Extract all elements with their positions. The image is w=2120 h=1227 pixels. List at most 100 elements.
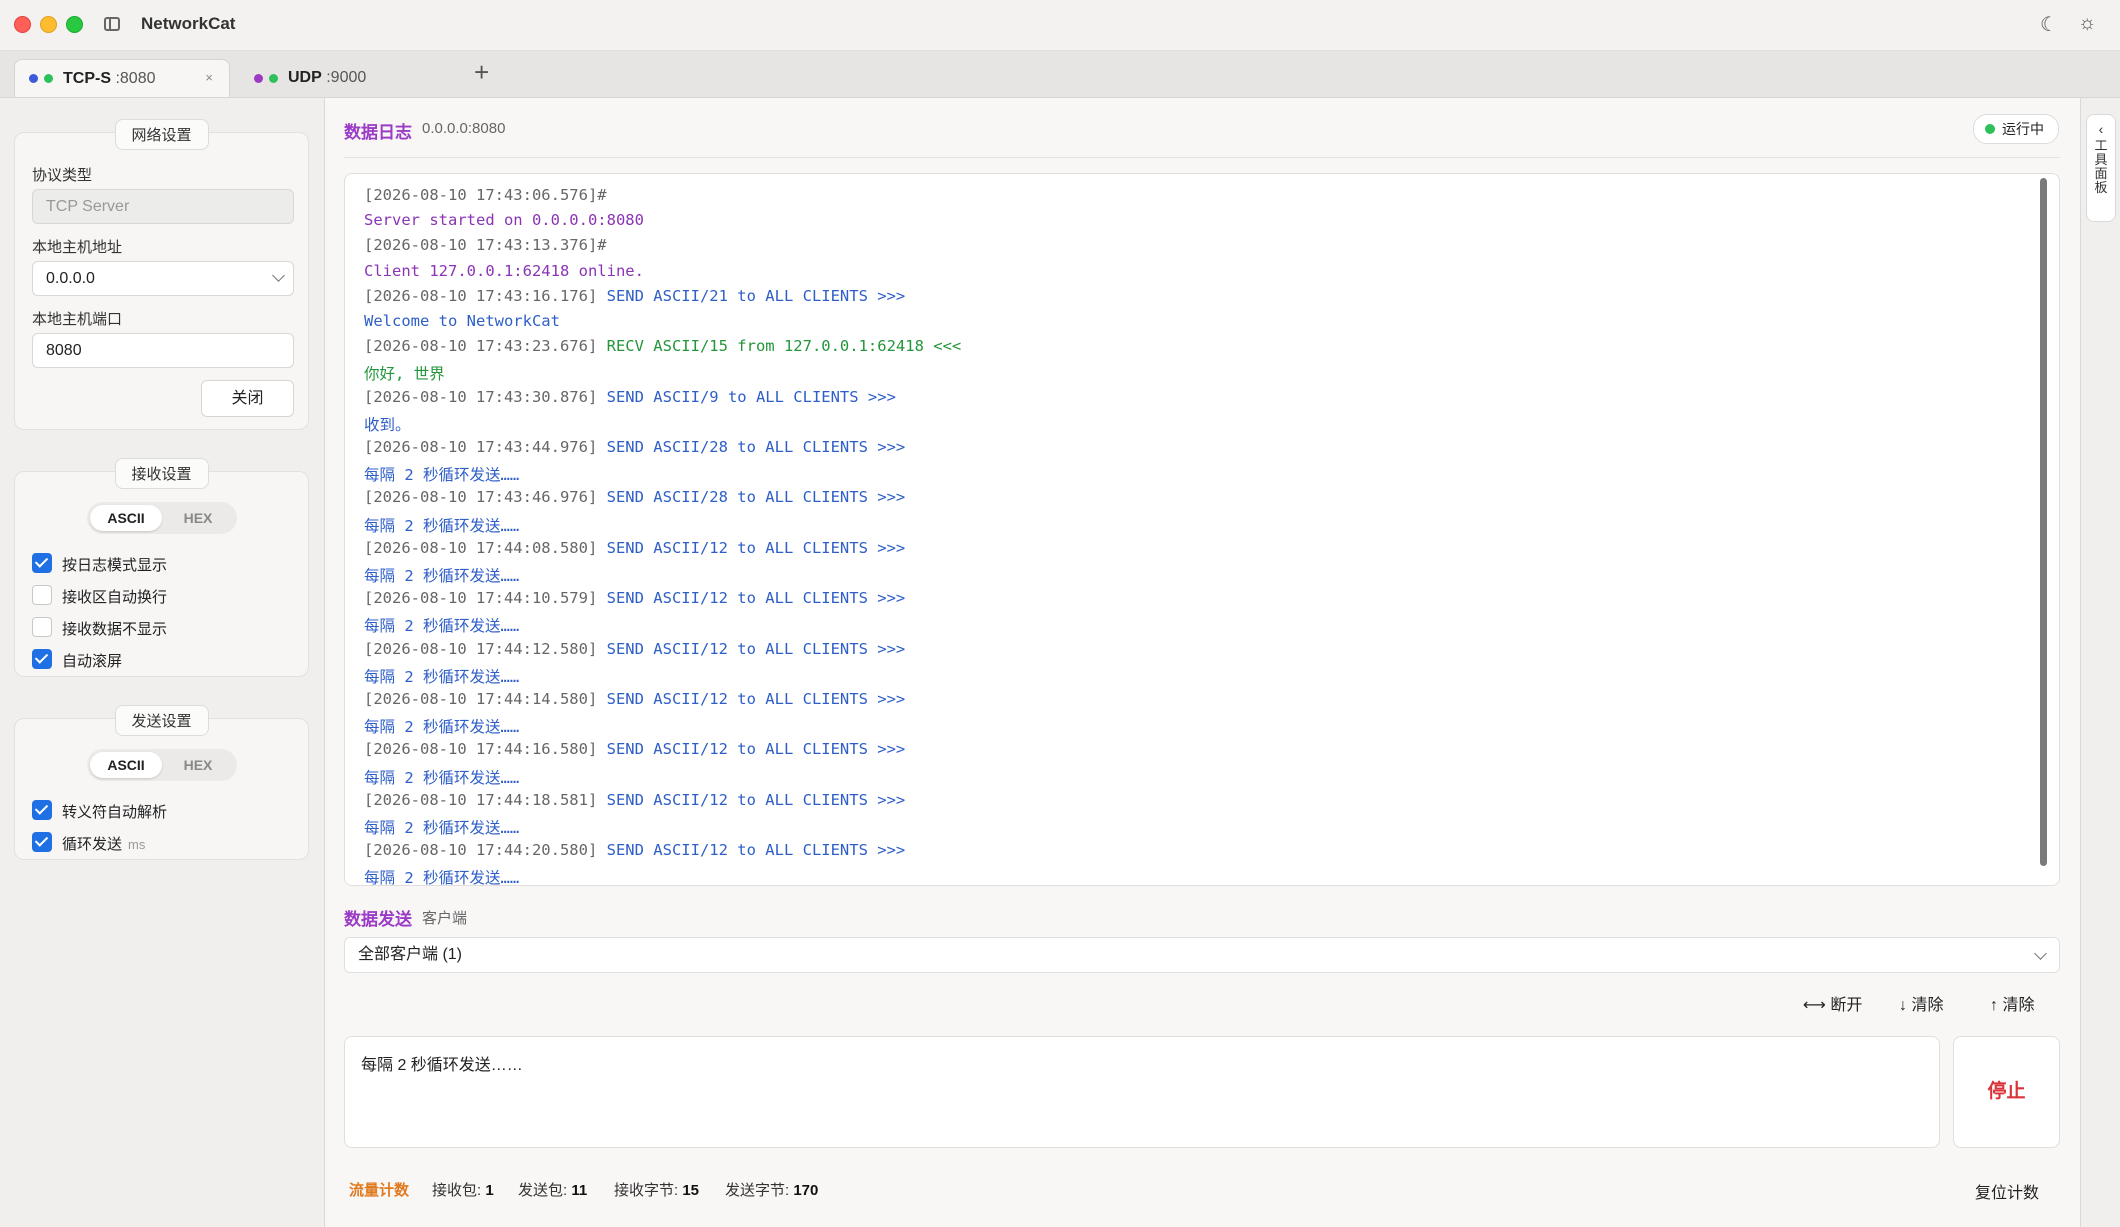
main-area: 数据日志 0.0.0.0:8080 运行中 [2026-08-10 17:43:… bbox=[325, 98, 2080, 1227]
log-direction: SEND ASCII/12 to ALL CLIENTS >>> bbox=[606, 690, 906, 708]
tab-tcp-server[interactable]: TCP-S :8080 × bbox=[14, 59, 230, 97]
log-entry-body: 每隔 2 秒循环发送…… bbox=[364, 768, 520, 787]
log-direction: SEND ASCII/12 to ALL CLIENTS >>> bbox=[606, 538, 906, 557]
clear-send-button[interactable]: ↑ 清除 bbox=[1990, 991, 2034, 1015]
send-ascii-option[interactable]: ASCII bbox=[90, 752, 162, 778]
zoom-window-button[interactable] bbox=[66, 16, 83, 33]
moon-icon[interactable]: ☾ bbox=[2040, 12, 2058, 37]
log-timestamp: [2026-08-10 17:43:46.976] bbox=[364, 488, 598, 507]
stat-recv-packets: 接收包: 1 bbox=[432, 1182, 494, 1199]
log-entry-body: 每隔 2 秒循环发送…… bbox=[364, 667, 520, 686]
log-title: 数据日志 bbox=[344, 123, 412, 142]
tab-name: TCP-S bbox=[63, 69, 111, 87]
host-label: 本地主机地址 bbox=[32, 239, 123, 256]
sidebar-toggle-icon[interactable] bbox=[104, 17, 120, 31]
chevron-down-icon bbox=[272, 269, 285, 282]
log-entry-header: [2026-08-10 17:43:16.176] SEND ASCII/21 … bbox=[364, 287, 905, 305]
arrow-up-icon: ↑ bbox=[1990, 997, 1998, 1014]
receive-hex-option[interactable]: HEX bbox=[162, 505, 234, 531]
log-timestamp: [2026-08-10 17:43:30.876] bbox=[364, 387, 598, 406]
chevron-down-icon bbox=[2034, 947, 2047, 960]
disconnect-button[interactable]: ⟷ 断开 bbox=[1803, 991, 1862, 1015]
auto-wrap-label: 接收区自动换行 bbox=[62, 589, 168, 606]
log-direction: SEND ASCII/12 to ALL CLIENTS >>> bbox=[606, 790, 906, 809]
send-title: 数据发送 bbox=[344, 910, 412, 929]
log-address: 0.0.0.0:8080 bbox=[422, 120, 506, 137]
traffic-stats-title: 流量计数 bbox=[349, 1182, 410, 1199]
stat-send-packets: 发送包: 11 bbox=[518, 1182, 588, 1199]
log-direction: RECV ASCII/15 from 127.0.0.1:62418 <<< bbox=[606, 337, 962, 356]
sun-icon[interactable]: ☼ bbox=[2078, 12, 2096, 35]
clear-receive-button[interactable]: ↓ 清除 bbox=[1899, 991, 1943, 1015]
log-timestamp: [2026-08-10 17:43:13.376]# bbox=[364, 236, 607, 255]
app-title: NetworkCat bbox=[141, 14, 236, 33]
log-entry-body: 你好, 世界 bbox=[364, 365, 445, 384]
arrow-down-icon: ↓ bbox=[1899, 997, 1907, 1014]
log-entry-body: 每隔 2 秒循环发送…… bbox=[364, 466, 520, 485]
log-mode-checkbox[interactable] bbox=[32, 553, 52, 573]
log-entry-header: [2026-08-10 17:43:30.876] SEND ASCII/9 t… bbox=[364, 388, 896, 406]
tool-panel-toggle[interactable]: ‹ 工具面板 bbox=[2086, 114, 2116, 222]
log-direction: SEND ASCII/12 to ALL CLIENTS >>> bbox=[606, 639, 906, 658]
log-entry-body: 每隔 2 秒循环发送…… bbox=[364, 718, 520, 737]
running-status-badge: 运行中 bbox=[1973, 114, 2059, 144]
tool-panel-label: 工具面板 bbox=[2094, 138, 2108, 195]
close-connection-button[interactable]: 关闭 bbox=[201, 380, 294, 417]
reset-count-button[interactable]: 复位计数 bbox=[1975, 1179, 2039, 1203]
log-entry-header: [2026-08-10 17:44:10.579] SEND ASCII/12 … bbox=[364, 589, 905, 607]
log-entry-header: [2026-08-10 17:44:20.580] SEND ASCII/12 … bbox=[364, 841, 905, 859]
log-direction: SEND ASCII/28 to ALL CLIENTS >>> bbox=[606, 488, 906, 507]
send-target-label: 客户端 bbox=[422, 910, 468, 927]
log-entry-header: [2026-08-10 17:43:23.676] RECV ASCII/15 … bbox=[364, 337, 961, 355]
port-label: 本地主机端口 bbox=[32, 311, 123, 328]
send-mode-toggle: ASCII HEX bbox=[87, 749, 237, 781]
log-entry-header: [2026-08-10 17:43:06.576]# bbox=[364, 186, 607, 204]
client-select[interactable]: 全部客户端 (1) bbox=[344, 937, 2060, 973]
minimize-window-button[interactable] bbox=[40, 16, 57, 33]
data-log-view[interactable]: [2026-08-10 17:43:06.576]# Server started… bbox=[344, 173, 2060, 886]
status-dot bbox=[254, 73, 263, 83]
port-input[interactable]: 8080 bbox=[32, 333, 294, 368]
log-direction: SEND ASCII/28 to ALL CLIENTS >>> bbox=[606, 438, 906, 456]
stop-button[interactable]: 停止 bbox=[1953, 1036, 2060, 1148]
receive-settings-title: 接收设置 bbox=[114, 458, 209, 489]
auto-scroll-checkbox[interactable] bbox=[32, 649, 52, 669]
escape-parse-checkbox[interactable] bbox=[32, 800, 52, 820]
receive-settings-panel: 接收设置 ASCII HEX 按日志模式显示 接收区自动换行 接收数据不显示 自… bbox=[14, 458, 309, 677]
log-timestamp: [2026-08-10 17:43:44.976] bbox=[364, 438, 598, 456]
host-value: 0.0.0.0 bbox=[46, 270, 95, 287]
auto-wrap-checkbox[interactable] bbox=[32, 585, 52, 605]
log-entry-header: [2026-08-10 17:43:44.976] SEND ASCII/28 … bbox=[364, 438, 905, 456]
log-scrollbar[interactable] bbox=[2040, 178, 2047, 866]
log-entry-header: [2026-08-10 17:44:08.580] SEND ASCII/12 … bbox=[364, 539, 905, 557]
log-entry-header: [2026-08-10 17:44:14.580] SEND ASCII/12 … bbox=[364, 690, 905, 708]
close-tab-icon[interactable]: × bbox=[205, 70, 213, 85]
send-hex-option[interactable]: HEX bbox=[162, 752, 234, 778]
status-dot bbox=[29, 74, 38, 83]
loop-send-checkbox[interactable] bbox=[32, 832, 52, 852]
close-window-button[interactable] bbox=[14, 16, 31, 33]
disconnect-label: 断开 bbox=[1830, 997, 1863, 1014]
status-dot bbox=[269, 73, 278, 83]
log-timestamp: [2026-08-10 17:43:23.676] bbox=[364, 337, 598, 356]
add-tab-icon[interactable]: + bbox=[474, 57, 489, 88]
stat-recv-bytes: 接收字节: 15 bbox=[614, 1182, 700, 1199]
hide-received-checkbox[interactable] bbox=[32, 617, 52, 637]
tab-bar: TCP-S :8080 × UDP :9000 + bbox=[0, 51, 2120, 98]
log-mode-label: 按日志模式显示 bbox=[62, 557, 168, 574]
log-entry-body: 每隔 2 秒循环发送…… bbox=[364, 617, 520, 636]
clear-send-label: 清除 bbox=[2002, 997, 2035, 1014]
status-dot bbox=[44, 74, 53, 83]
loop-send-text: 循环发送 bbox=[62, 836, 123, 853]
host-select[interactable]: 0.0.0.0 bbox=[32, 261, 294, 296]
log-direction: SEND ASCII/12 to ALL CLIENTS >>> bbox=[606, 589, 906, 608]
chevron-left-icon: ‹ bbox=[2098, 121, 2104, 137]
tab-udp[interactable]: UDP :9000 bbox=[240, 59, 456, 97]
send-input[interactable]: 每隔 2 秒循环发送…… bbox=[344, 1036, 1940, 1148]
network-settings-title: 网络设置 bbox=[114, 119, 209, 150]
receive-ascii-option[interactable]: ASCII bbox=[90, 505, 162, 531]
protocol-field: TCP Server bbox=[32, 189, 294, 224]
log-timestamp: [2026-08-10 17:44:20.580] bbox=[364, 841, 598, 860]
send-settings-panel: 发送设置 ASCII HEX 转义符自动解析 循环发送 ms bbox=[14, 705, 309, 860]
loop-interval-unit: ms bbox=[128, 837, 146, 852]
